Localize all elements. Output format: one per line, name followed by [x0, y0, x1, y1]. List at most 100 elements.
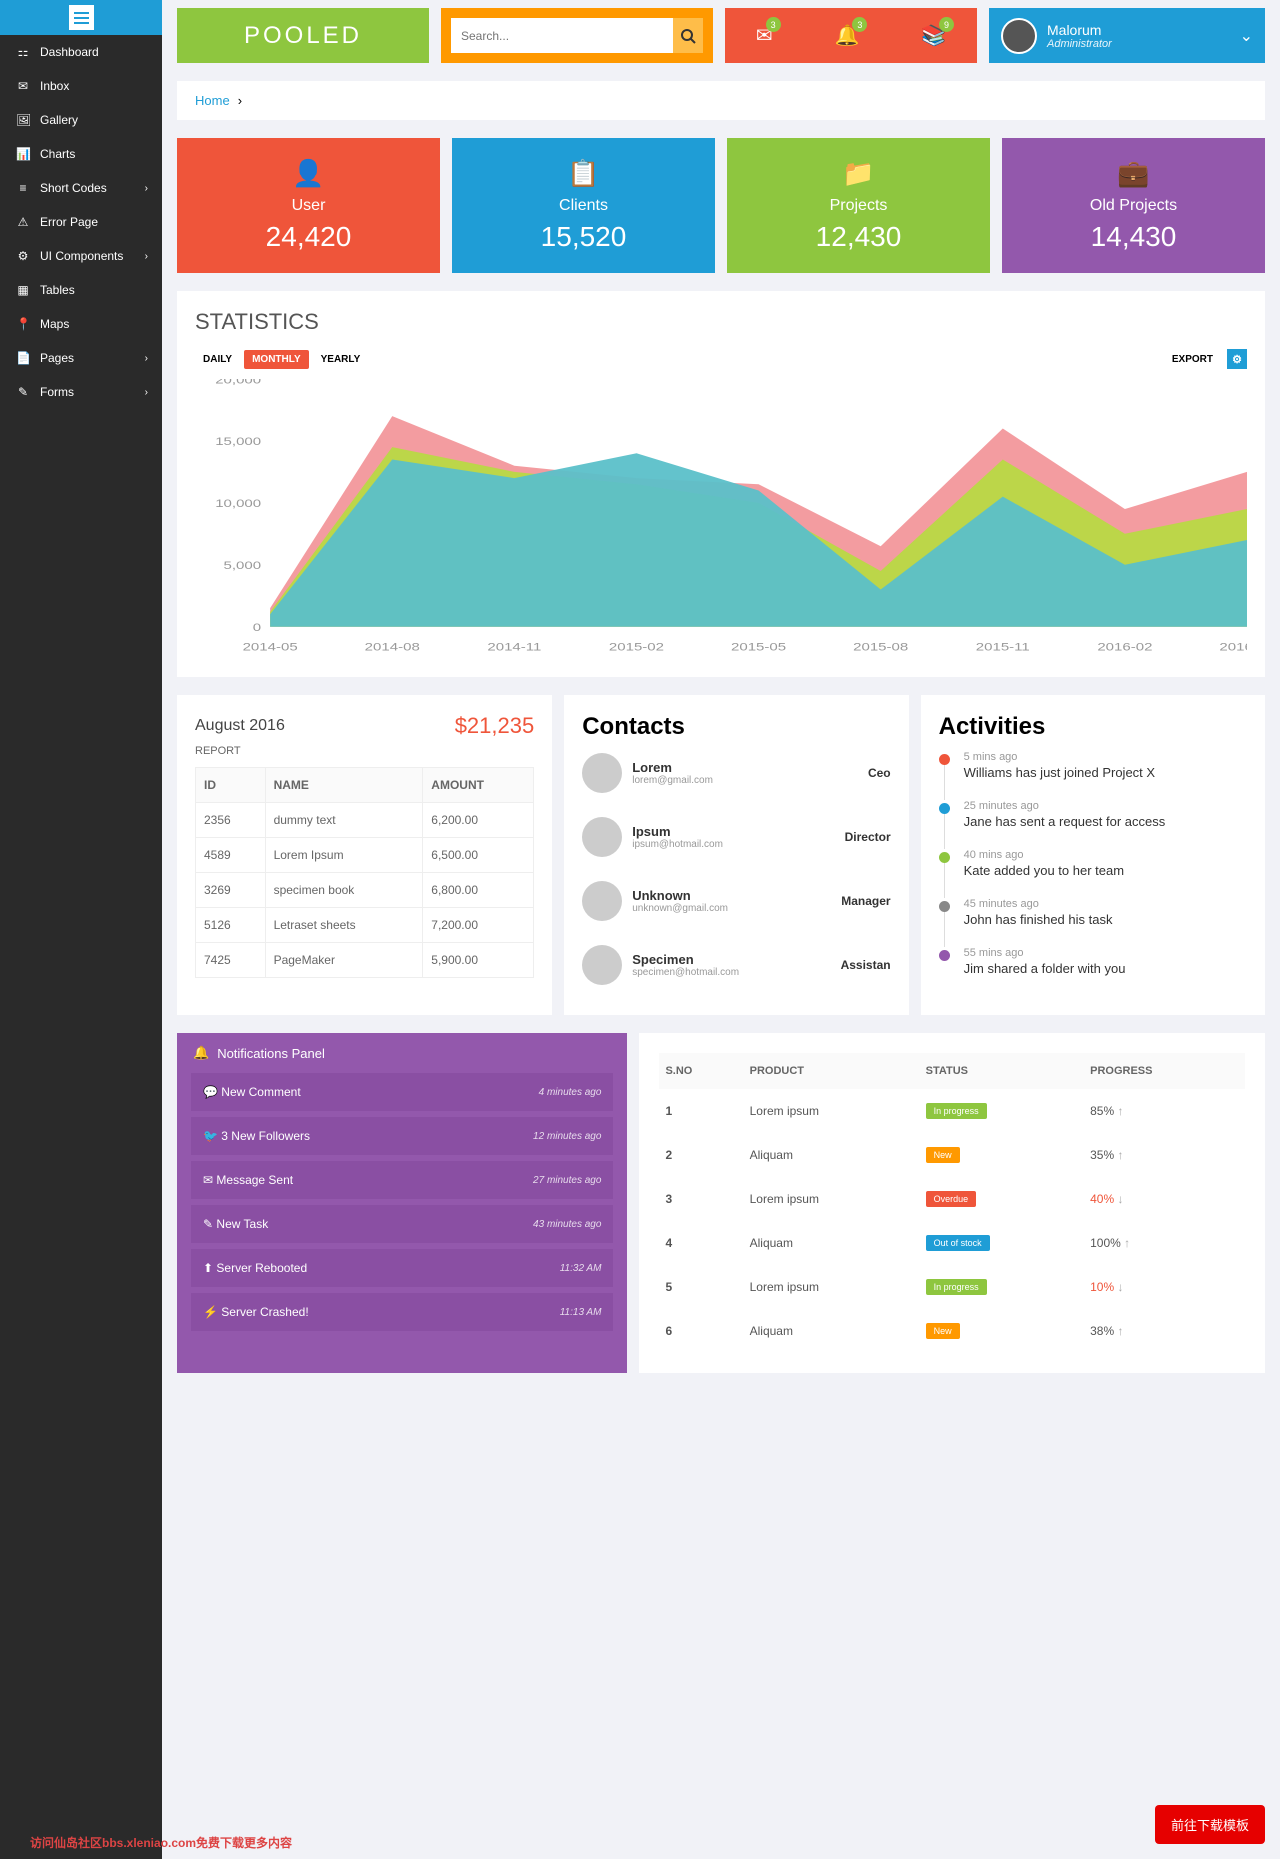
tab-daily[interactable]: DAILY	[195, 350, 240, 369]
contact-item[interactable]: Specimenspecimen@hotmail.comAssistan	[582, 933, 890, 997]
sidebar-item-maps[interactable]: 📍 Maps	[0, 307, 162, 341]
progress-value: 40% ↓	[1090, 1192, 1123, 1206]
progress-value: 38% ↑	[1090, 1324, 1123, 1338]
download-template-button[interactable]: 前往下载模板	[1155, 1805, 1265, 1844]
sidebar-item-short-codes[interactable]: ≡Short Codes›	[0, 171, 162, 205]
report-panel: August 2016 $21,235 REPORT IDNAMEAMOUNT2…	[177, 695, 552, 1015]
sidebar-item-error-page[interactable]: ⚠Error Page	[0, 205, 162, 239]
svg-text:2015-08: 2015-08	[853, 640, 908, 652]
table-row: 2356dummy text6,200.00	[196, 803, 534, 838]
notification-row[interactable]: ✉ Message Sent27 minutes ago	[191, 1161, 613, 1199]
stat-card-clients[interactable]: 📋Clients15,520	[452, 138, 715, 273]
user-name: Malorum	[1047, 22, 1112, 38]
contact-email: specimen@hotmail.com	[632, 967, 830, 978]
nav-label: Dashboard	[40, 45, 99, 59]
contact-item[interactable]: Ipsumipsum@hotmail.comDirector	[582, 805, 890, 869]
notif-row-icon: 🐦	[203, 1129, 218, 1143]
sidebar-item-inbox[interactable]: ✉Inbox	[0, 69, 162, 103]
stat-icon: 📁	[737, 158, 980, 189]
stat-label: User	[187, 197, 430, 215]
stat-icon: 💼	[1012, 158, 1255, 189]
watermark-text: 访问仙岛社区bbs.xleniao.com免费下载更多内容	[30, 1834, 292, 1851]
contact-email: lorem@gmail.com	[632, 775, 858, 786]
nav-label: Forms	[40, 385, 74, 399]
notification-row[interactable]: ⚡ Server Crashed!11:13 AM	[191, 1293, 613, 1331]
notification-row[interactable]: 💬 New Comment4 minutes ago	[191, 1073, 613, 1111]
breadcrumb: Home ›	[177, 81, 1265, 120]
nav-icon: 📍	[16, 317, 30, 331]
sidebar-item-pages[interactable]: 📄Pages›	[0, 341, 162, 375]
svg-text:2014-05: 2014-05	[243, 640, 298, 652]
notification-row[interactable]: 🐦 3 New Followers12 minutes ago	[191, 1117, 613, 1155]
notif-row-text: Message Sent	[216, 1173, 293, 1187]
svg-text:2014-08: 2014-08	[365, 640, 420, 652]
status-badge: New	[926, 1147, 960, 1163]
nav-label: Tables	[40, 283, 75, 297]
book-badge: 9	[939, 17, 954, 32]
contact-name: Lorem	[632, 760, 858, 775]
activities-title: Activities	[939, 713, 1247, 741]
notif-row-time: 11:32 AM	[560, 1263, 602, 1274]
breadcrumb-home[interactable]: Home	[195, 93, 230, 108]
report-table: IDNAMEAMOUNT2356dummy text6,200.004589Lo…	[195, 767, 534, 978]
tab-monthly[interactable]: MONTHLY	[244, 350, 309, 369]
notification-row[interactable]: ✎ New Task43 minutes ago	[191, 1205, 613, 1243]
search-input[interactable]	[451, 18, 673, 53]
table-header: PROGRESS	[1084, 1053, 1245, 1089]
contact-item[interactable]: Unknownunknown@gmail.comManager	[582, 869, 890, 933]
progress-table: S.NOPRODUCTSTATUSPROGRESS1Lorem ipsumIn …	[659, 1053, 1245, 1353]
nav-icon: 📄	[16, 351, 30, 365]
svg-text:10,000: 10,000	[215, 497, 261, 509]
notif-row-time: 4 minutes ago	[539, 1087, 602, 1098]
stat-card-projects[interactable]: 📁Projects12,430	[727, 138, 990, 273]
nav-icon: ▦	[16, 283, 30, 297]
nav-label: Gallery	[40, 113, 78, 127]
sidebar-item-ui-components[interactable]: ⚙UI Components›	[0, 239, 162, 273]
menu-toggle-button[interactable]	[69, 5, 94, 30]
stat-value: 14,430	[1012, 221, 1255, 253]
sidebar-item-tables[interactable]: ▦ Tables	[0, 273, 162, 307]
chevron-right-icon: ›	[145, 183, 148, 194]
stat-label: Old Projects	[1012, 197, 1255, 215]
svg-text:2015-11: 2015-11	[976, 640, 1030, 652]
sidebar-item-forms[interactable]: ✎Forms›	[0, 375, 162, 409]
mail-icon[interactable]: ✉3	[756, 23, 773, 48]
svg-text:20,000: 20,000	[215, 379, 261, 386]
gear-button[interactable]: ⚙	[1227, 349, 1247, 369]
export-button[interactable]: EXPORT	[1164, 350, 1221, 369]
stat-value: 15,520	[462, 221, 705, 253]
notif-row-text: Server Crashed!	[221, 1305, 308, 1319]
activity-item: 5 mins agoWilliams has just joined Proje…	[939, 741, 1247, 790]
activity-time: 40 mins ago	[964, 849, 1247, 861]
bell-badge: 3	[852, 17, 867, 32]
contact-item[interactable]: Loremlorem@gmail.comCeo	[582, 741, 890, 805]
progress-value: 35% ↑	[1090, 1148, 1123, 1162]
search-button[interactable]	[673, 18, 703, 53]
stat-card-old-projects[interactable]: 💼 Old Projects 14,430	[1002, 138, 1265, 273]
stat-card-user[interactable]: 👤User24,420	[177, 138, 440, 273]
notification-row[interactable]: ⬆ Server Rebooted11:32 AM	[191, 1249, 613, 1287]
activity-dot	[939, 852, 950, 863]
avatar	[582, 881, 622, 921]
notifications-panel: 🔔Notifications Panel 💬 New Comment4 minu…	[177, 1033, 627, 1373]
bell-icon[interactable]: 🔔3	[834, 23, 859, 48]
tab-yearly[interactable]: YEARLY	[313, 350, 369, 369]
sidebar-item-gallery[interactable]: 🖼Gallery	[0, 103, 162, 137]
contacts-panel: Contacts Loremlorem@gmail.comCeoIpsumips…	[564, 695, 908, 1015]
svg-text:2014-11: 2014-11	[487, 640, 541, 652]
notif-row-icon: 💬	[203, 1085, 218, 1099]
nav-label: Maps	[40, 317, 69, 331]
sidebar-item-dashboard[interactable]: ⚏Dashboard	[0, 35, 162, 69]
contact-role: Manager	[841, 894, 890, 908]
contact-name: Specimen	[632, 952, 830, 967]
chevron-right-icon: ›	[145, 387, 148, 398]
chevron-right-icon: ›	[145, 353, 148, 364]
notif-panel-title: Notifications Panel	[217, 1046, 325, 1061]
book-icon[interactable]: 📚9	[921, 23, 946, 48]
stat-icon: 👤	[187, 158, 430, 189]
activity-text: Kate added you to her team	[964, 863, 1247, 878]
mail-badge: 3	[766, 17, 781, 32]
sidebar-item-charts[interactable]: 📊Charts	[0, 137, 162, 171]
user-menu[interactable]: Malorum Administrator ⌄	[989, 8, 1265, 63]
logo: POOLED	[177, 8, 429, 63]
